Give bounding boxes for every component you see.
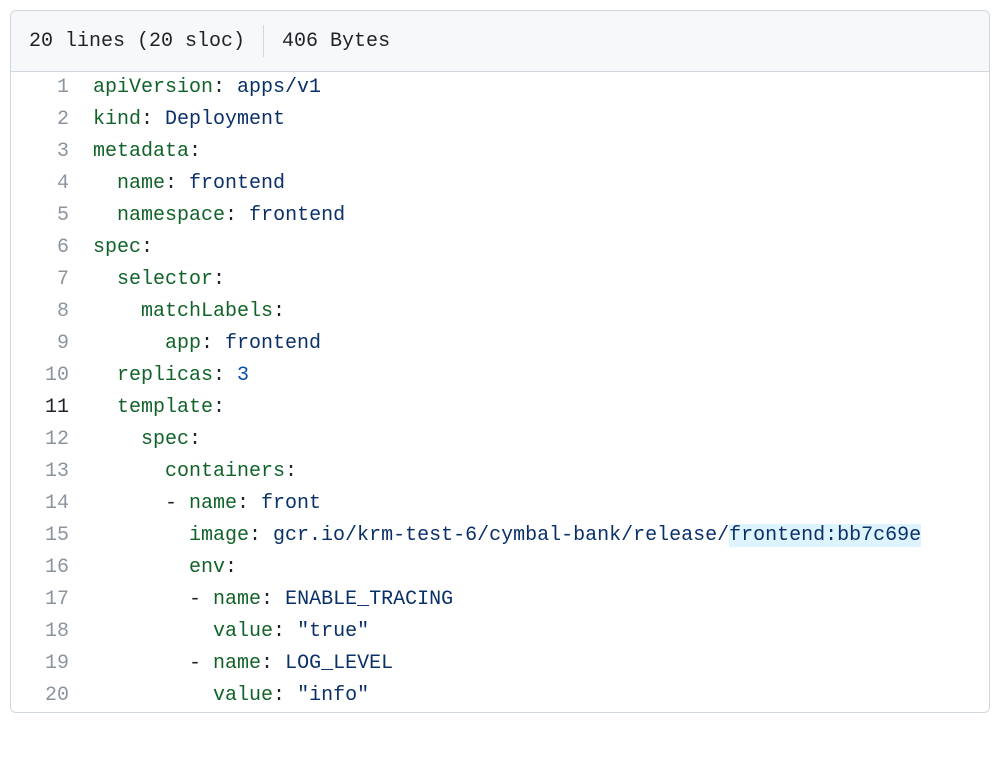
line-number[interactable]: 8 (11, 296, 93, 328)
code-line: 5 namespace: frontend (11, 200, 989, 232)
code-line: 18 value: "true" (11, 616, 989, 648)
file-viewer: 20 lines (20 sloc) 406 Bytes 1apiVersion… (10, 10, 990, 713)
line-number[interactable]: 1 (11, 72, 93, 104)
line-number[interactable]: 6 (11, 232, 93, 264)
line-number[interactable]: 11 (11, 392, 93, 424)
code-content[interactable]: metadata: (93, 136, 201, 168)
line-number[interactable]: 9 (11, 328, 93, 360)
line-number[interactable]: 13 (11, 456, 93, 488)
code-content[interactable]: template: (93, 392, 225, 424)
code-line: 9 app: frontend (11, 328, 989, 360)
code-line: 10 replicas: 3 (11, 360, 989, 392)
line-number[interactable]: 7 (11, 264, 93, 296)
code-content[interactable]: apiVersion: apps/v1 (93, 72, 321, 104)
code-content[interactable]: - name: LOG_LEVEL (93, 648, 393, 680)
line-number[interactable]: 3 (11, 136, 93, 168)
code-content[interactable]: - name: ENABLE_TRACING (93, 584, 453, 616)
code-line: 15 image: gcr.io/krm-test-6/cymbal-bank/… (11, 520, 989, 552)
code-content[interactable]: name: frontend (93, 168, 285, 200)
line-number[interactable]: 2 (11, 104, 93, 136)
code-line: 7 selector: (11, 264, 989, 296)
code-line: 1apiVersion: apps/v1 (11, 72, 989, 104)
line-number[interactable]: 18 (11, 616, 93, 648)
code-content[interactable]: selector: (93, 264, 225, 296)
file-header: 20 lines (20 sloc) 406 Bytes (11, 11, 989, 72)
code-line: 17 - name: ENABLE_TRACING (11, 584, 989, 616)
line-number[interactable]: 19 (11, 648, 93, 680)
code-content[interactable]: value: "info" (93, 680, 369, 712)
line-number[interactable]: 17 (11, 584, 93, 616)
code-content[interactable]: image: gcr.io/krm-test-6/cymbal-bank/rel… (93, 520, 921, 552)
code-content[interactable]: app: frontend (93, 328, 321, 360)
line-number[interactable]: 20 (11, 680, 93, 712)
line-number[interactable]: 16 (11, 552, 93, 584)
code-line: 4 name: frontend (11, 168, 989, 200)
file-size: 406 Bytes (282, 30, 390, 53)
lines-count: 20 lines (20 sloc) (29, 30, 263, 53)
code-content[interactable]: namespace: frontend (93, 200, 345, 232)
line-number[interactable]: 5 (11, 200, 93, 232)
line-number[interactable]: 4 (11, 168, 93, 200)
code-content[interactable]: spec: (93, 232, 153, 264)
code-line: 8 matchLabels: (11, 296, 989, 328)
code-line: 11 template: (11, 392, 989, 424)
code-content[interactable]: kind: Deployment (93, 104, 285, 136)
line-number[interactable]: 15 (11, 520, 93, 552)
code-content[interactable]: env: (93, 552, 237, 584)
code-line: 20 value: "info" (11, 680, 989, 712)
header-divider (263, 25, 264, 57)
code-line: 2kind: Deployment (11, 104, 989, 136)
line-number[interactable]: 12 (11, 424, 93, 456)
code-block[interactable]: 1apiVersion: apps/v12kind: Deployment3me… (11, 72, 989, 712)
code-line: 3metadata: (11, 136, 989, 168)
code-line: 13 containers: (11, 456, 989, 488)
code-line: 19 - name: LOG_LEVEL (11, 648, 989, 680)
code-content[interactable]: spec: (93, 424, 201, 456)
code-line: 14 - name: front (11, 488, 989, 520)
code-line: 16 env: (11, 552, 989, 584)
code-content[interactable]: - name: front (93, 488, 321, 520)
line-number[interactable]: 10 (11, 360, 93, 392)
code-content[interactable]: value: "true" (93, 616, 369, 648)
code-line: 6spec: (11, 232, 989, 264)
code-content[interactable]: replicas: 3 (93, 360, 249, 392)
code-line: 12 spec: (11, 424, 989, 456)
code-content[interactable]: matchLabels: (93, 296, 285, 328)
code-content[interactable]: containers: (93, 456, 297, 488)
line-number[interactable]: 14 (11, 488, 93, 520)
